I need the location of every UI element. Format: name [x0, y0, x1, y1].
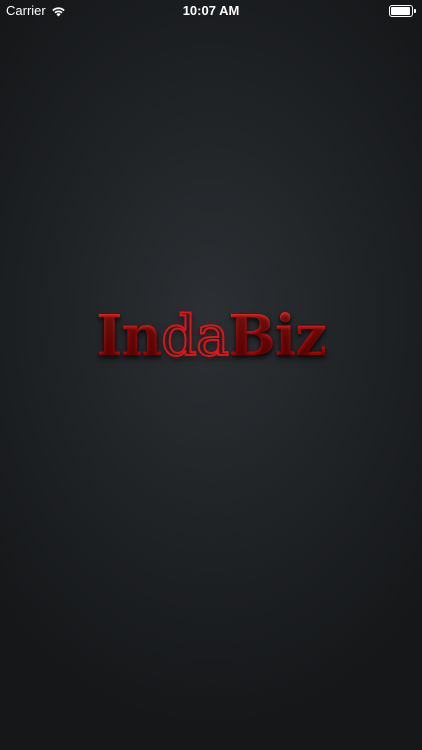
- status-bar: Carrier 10:07 AM: [0, 0, 422, 22]
- app-logo: IndaBiz: [0, 296, 422, 377]
- battery-fill: [391, 7, 410, 15]
- status-time: 10:07 AM: [182, 3, 240, 18]
- logo-text-in: In: [96, 296, 162, 376]
- battery-icon: [389, 5, 416, 17]
- logo-text-biz: Biz: [228, 296, 326, 376]
- battery-tip: [414, 9, 416, 13]
- logo-text-da: da: [160, 303, 230, 370]
